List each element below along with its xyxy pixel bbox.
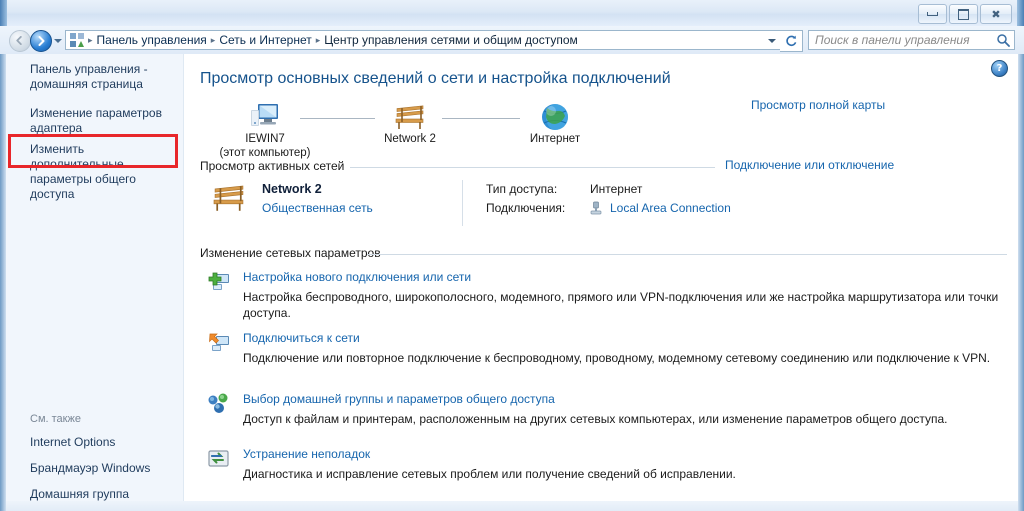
- section-divider: [350, 167, 715, 168]
- forward-arrow-icon: [36, 36, 46, 46]
- map-node-computer[interactable]: IEWIN7 (этот компьютер): [210, 98, 320, 160]
- back-arrow-icon: [15, 36, 24, 45]
- access-type-label: Тип доступа:: [486, 182, 557, 196]
- forward-button[interactable]: [30, 30, 52, 52]
- new-connection-icon: [207, 270, 231, 294]
- map-node-label: IEWIN7: [210, 133, 320, 146]
- sidebar-item-internet-options[interactable]: Internet Options: [30, 435, 115, 449]
- network-sharing-center-window: ✖ ▸ Панель управлени: [0, 0, 1024, 511]
- active-networks-section-header: Просмотр активных сетей Подключение или …: [200, 159, 1010, 173]
- window-frame-right: [1018, 54, 1024, 511]
- setting-item-description: Диагностика и исправление сетевых пробле…: [243, 466, 1003, 482]
- access-type-value: Интернет: [590, 182, 642, 196]
- map-node-network[interactable]: Network 2: [355, 98, 465, 146]
- search-input[interactable]: [813, 32, 996, 48]
- maximize-button[interactable]: [949, 4, 978, 24]
- back-button[interactable]: [9, 30, 31, 52]
- status-strip: [0, 501, 1024, 511]
- title-bar: ✖: [0, 0, 1024, 27]
- window-frame-left: [0, 54, 6, 511]
- sidebar-item-homegroup[interactable]: Домашняя группа: [30, 487, 129, 501]
- connect-disconnect-link[interactable]: Подключение или отключение: [725, 158, 894, 172]
- setting-item-description: Подключение или повторное подключение к …: [243, 350, 1003, 366]
- address-bar: ▸ Панель управления ▸ Сеть и Интернет ▸ …: [0, 26, 1024, 54]
- content-area: Панель управления - домашняя страница Из…: [0, 54, 1024, 511]
- maximize-icon: [958, 9, 969, 20]
- change-settings-header-label: Изменение сетевых параметров: [200, 246, 381, 260]
- computer-icon: [210, 98, 320, 132]
- view-full-map-link[interactable]: Просмотр полной карты: [751, 98, 885, 112]
- close-icon: ✖: [991, 9, 1000, 20]
- network-name: Network 2: [262, 182, 322, 196]
- active-network-row: Network 2 Общественная сеть Тип доступа:…: [210, 180, 1000, 228]
- navigation-pane: Панель управления - домашняя страница Из…: [6, 54, 184, 501]
- setting-item-description: Доступ к файлам и принтерам, расположенн…: [243, 411, 1003, 427]
- setting-item-description: Настройка беспроводного, широкополосного…: [243, 289, 1003, 321]
- breadcrumb-item-network-internet[interactable]: Сеть и Интернет: [216, 33, 314, 47]
- highlight-annotation-box: [8, 134, 178, 168]
- globe-icon: [500, 98, 610, 132]
- sidebar-item-change-adapter-settings[interactable]: Изменение параметров адаптера: [30, 106, 175, 136]
- breadcrumb-item-network-sharing-center[interactable]: Центр управления сетями и общим доступом: [321, 33, 581, 47]
- bench-icon: [210, 184, 248, 217]
- help-icon[interactable]: ?: [991, 60, 1008, 77]
- vertical-divider: [462, 180, 463, 226]
- map-node-label: Network 2: [355, 133, 465, 146]
- main-pane: ? Просмотр основных сведений о сети и на…: [185, 54, 1024, 501]
- setting-item-title[interactable]: Выбор домашней группы и параметров общег…: [243, 392, 555, 406]
- connections-label: Подключения:: [486, 201, 565, 215]
- window-controls: ✖: [918, 4, 1012, 24]
- see-also-header: См. также: [30, 413, 81, 425]
- active-networks-header-label: Просмотр активных сетей: [200, 159, 344, 173]
- breadcrumb-dropdown-icon[interactable]: [768, 39, 776, 43]
- minimize-button[interactable]: [918, 4, 947, 24]
- troubleshoot-icon: [207, 447, 231, 471]
- setting-item-title[interactable]: Устранение неполадок: [243, 447, 370, 461]
- change-settings-section-header: Изменение сетевых параметров: [200, 246, 1010, 260]
- history-dropdown-icon[interactable]: [54, 39, 62, 43]
- breadcrumb[interactable]: ▸ Панель управления ▸ Сеть и Интернет ▸ …: [65, 30, 780, 50]
- network-type-link[interactable]: Общественная сеть: [262, 201, 373, 215]
- minimize-icon: [927, 12, 938, 16]
- map-node-label: Интернет: [500, 133, 610, 146]
- search-box[interactable]: [808, 30, 1015, 50]
- setting-item-title[interactable]: Настройка нового подключения или сети: [243, 270, 471, 284]
- close-button[interactable]: ✖: [980, 4, 1012, 24]
- map-node-internet[interactable]: Интернет: [500, 98, 610, 146]
- bench-icon: [355, 98, 465, 132]
- page-title: Просмотр основных сведений о сети и наст…: [200, 70, 671, 88]
- search-icon[interactable]: [996, 33, 1010, 47]
- control-panel-icon: [69, 32, 85, 48]
- homegroup-icon: [207, 392, 231, 416]
- connection-link[interactable]: Local Area Connection: [610, 201, 731, 215]
- sidebar-item-control-panel-home[interactable]: Панель управления - домашняя страница: [30, 62, 175, 92]
- breadcrumb-item-control-panel[interactable]: Панель управления: [94, 33, 210, 47]
- refresh-button[interactable]: [780, 30, 803, 52]
- network-map: IEWIN7 (этот компьютер): [200, 98, 700, 160]
- sidebar-item-windows-firewall[interactable]: Брандмауэр Windows: [30, 461, 150, 475]
- refresh-icon: [784, 34, 798, 48]
- connect-network-icon: [207, 331, 231, 355]
- network-adapter-icon: [590, 201, 602, 215]
- section-divider: [367, 254, 1007, 255]
- setting-item-title[interactable]: Подключиться к сети: [243, 331, 360, 345]
